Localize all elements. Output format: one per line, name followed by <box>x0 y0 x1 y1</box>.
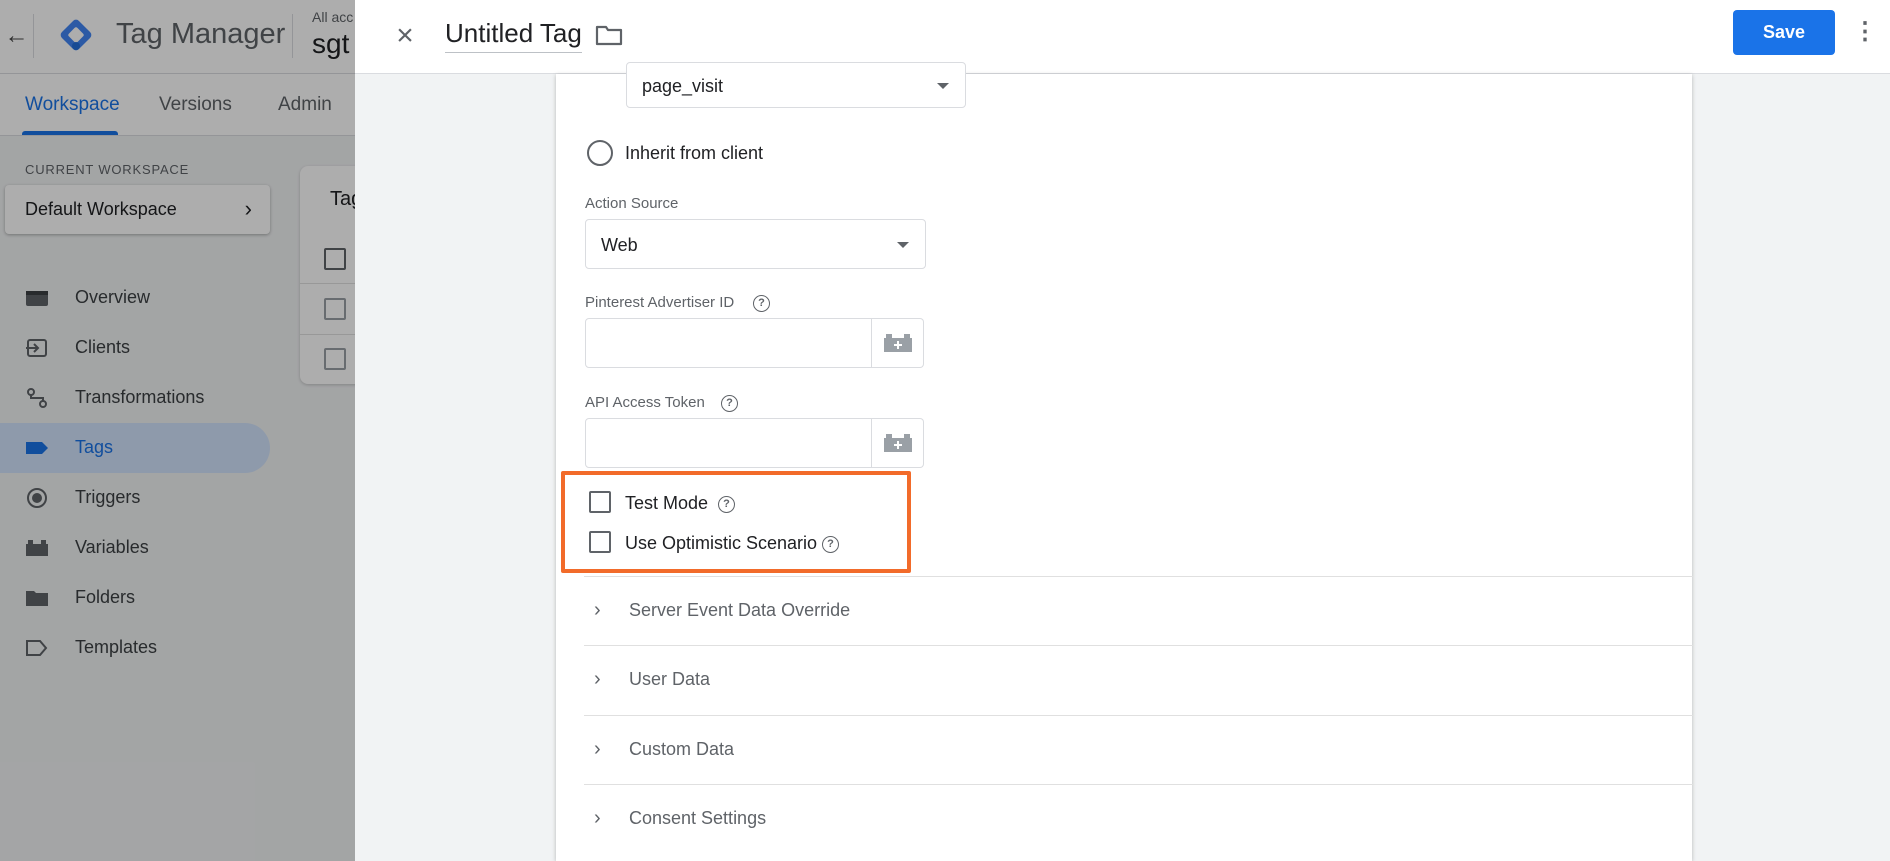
action-source-value: Web <box>601 235 638 255</box>
help-icon[interactable]: ? <box>822 536 839 553</box>
test-mode-checkbox[interactable] <box>589 491 611 513</box>
section-title: Custom Data <box>629 739 735 759</box>
section-server-event-data-override[interactable]: › Server Event Data Override <box>584 576 1693 645</box>
chevron-right-icon: › <box>594 668 601 690</box>
tag-name-input[interactable]: Untitled Tag <box>445 18 582 53</box>
more-options-icon[interactable]: ⋮ <box>1853 14 1877 52</box>
inherit-from-client-radio[interactable] <box>587 140 613 166</box>
close-button[interactable]: × <box>387 18 423 54</box>
chevron-right-icon: › <box>594 599 601 621</box>
section-consent-settings[interactable]: › Consent Settings <box>584 784 1693 853</box>
variable-brick-icon <box>884 334 912 352</box>
insert-variable-button[interactable] <box>872 318 924 368</box>
help-icon[interactable]: ? <box>721 395 738 412</box>
section-title: User Data <box>629 669 711 689</box>
help-icon[interactable]: ? <box>753 295 770 312</box>
optimistic-scenario-label: Use Optimistic Scenario <box>625 533 818 553</box>
insert-variable-button[interactable] <box>872 418 924 468</box>
advertiser-id-label: Pinterest Advertiser ID <box>585 294 735 311</box>
save-button[interactable]: Save <box>1733 10 1835 55</box>
action-source-select[interactable]: Web <box>585 219 926 269</box>
api-token-input[interactable] <box>585 418 872 468</box>
inherit-from-client-label: Inherit from client <box>625 143 764 163</box>
close-icon: × <box>396 19 414 52</box>
chevron-down-icon <box>937 83 949 89</box>
help-icon[interactable]: ? <box>718 496 735 513</box>
event-name-select[interactable]: page_visit <box>626 62 966 108</box>
optimistic-scenario-checkbox[interactable] <box>589 531 611 553</box>
event-name-value: page_visit <box>642 76 724 96</box>
action-source-label: Action Source <box>585 195 679 212</box>
section-title: Server Event Data Override <box>629 600 851 620</box>
panel-header: × Untitled Tag Save ⋮ <box>355 0 1890 74</box>
test-mode-label: Test Mode <box>625 493 709 513</box>
section-custom-data[interactable]: › Custom Data <box>584 715 1693 784</box>
advertiser-id-input[interactable] <box>585 318 872 368</box>
folder-icon[interactable] <box>595 23 623 47</box>
section-title: Consent Settings <box>629 808 767 828</box>
api-token-label: API Access Token <box>585 394 705 411</box>
chevron-down-icon <box>897 242 909 248</box>
section-user-data[interactable]: › User Data <box>584 645 1693 714</box>
chevron-right-icon: › <box>594 738 601 760</box>
variable-brick-icon <box>884 434 912 452</box>
chevron-right-icon: › <box>594 807 601 829</box>
highlight-box <box>561 471 911 573</box>
